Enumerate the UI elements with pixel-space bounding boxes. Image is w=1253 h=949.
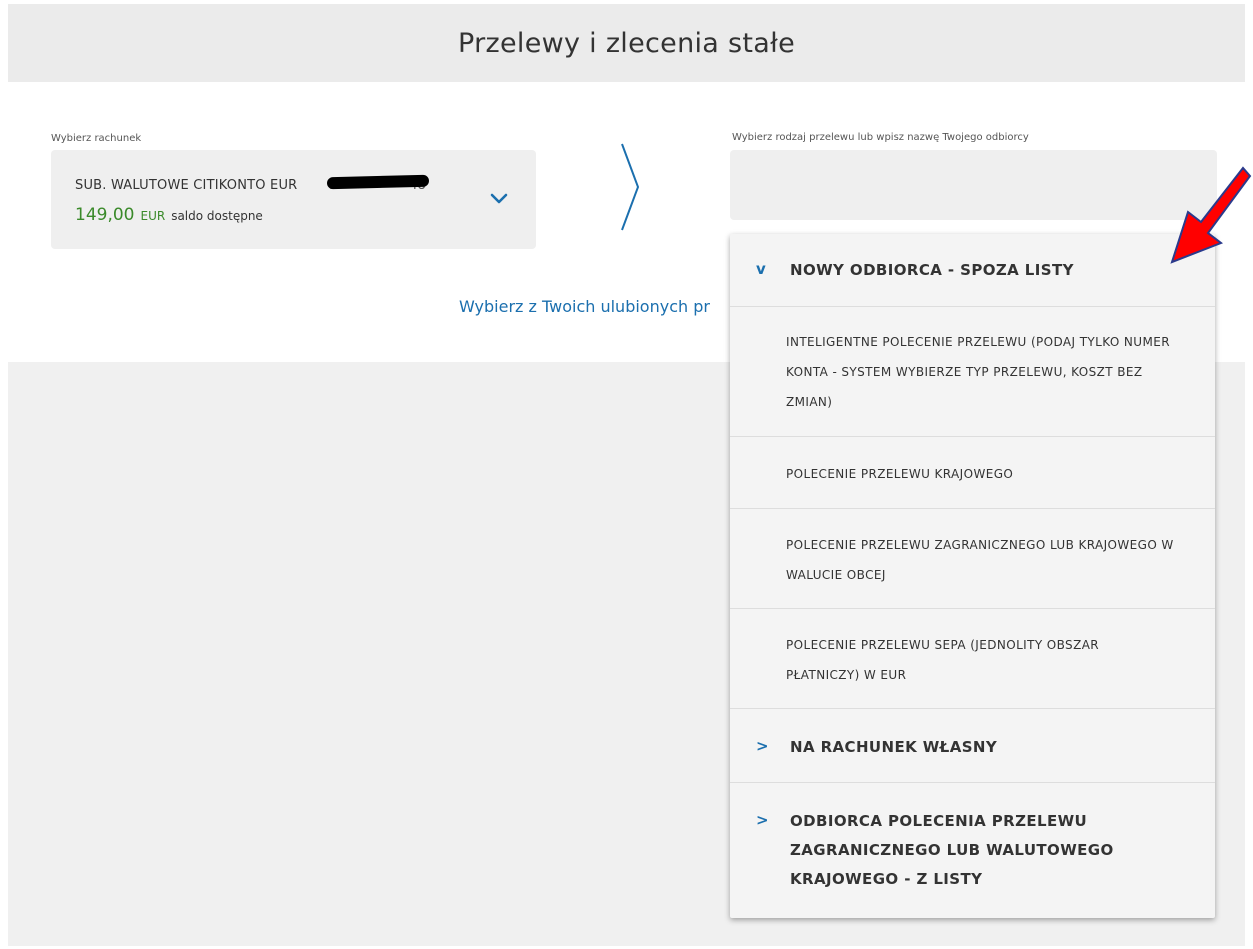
group-own-account[interactable]: > NA RACHUNEK WŁASNY: [730, 709, 1215, 783]
group-new-recipient[interactable]: v NOWY ODBIORCA - SPOZA LISTY: [730, 234, 1215, 307]
group-saved-foreign-recipient[interactable]: > ODBIORCA POLECENIA PRZELEWU ZAGRANICZN…: [730, 783, 1215, 918]
group-label: NOWY ODBIORCA - SPOZA LISTY: [790, 261, 1074, 279]
account-name: SUB. WALUTOWE CITIKONTO EUR: [75, 178, 298, 193]
group-label: ODBIORCA POLECENIA PRZELEWU ZAGRANICZNEG…: [790, 812, 1114, 888]
chevron-right-icon: >: [756, 811, 769, 829]
chevron-down-icon[interactable]: [490, 192, 508, 206]
account-selector[interactable]: SUB. WALUTOWE CITIKONTO EUR 548 149,00EU…: [51, 150, 536, 249]
recipient-input[interactable]: [730, 150, 1217, 220]
item-sepa-transfer[interactable]: POLECENIE PRZELEWU SEPA (JEDNOLITY OBSZA…: [730, 609, 1215, 709]
item-label: POLECENIE PRZELEWU ZAGRANICZNEGO LUB KRA…: [786, 538, 1174, 582]
item-label: POLECENIE PRZELEWU SEPA (JEDNOLITY OBSZA…: [786, 638, 1100, 682]
account-label: Wybierz rachunek: [51, 133, 142, 144]
chevron-right-icon: >: [756, 737, 769, 755]
transfer-type-dropdown: v NOWY ODBIORCA - SPOZA LISTY INTELIGENT…: [730, 234, 1215, 918]
chevron-down-icon: v: [756, 260, 766, 278]
favorites-link[interactable]: Wybierz z Twoich ulubionych pr: [459, 297, 730, 316]
chevron-right-icon: [621, 143, 640, 231]
page-title: Przelewy i zlecenia stałe: [458, 27, 795, 59]
balance-currency: EUR: [140, 209, 166, 223]
balance-description: saldo dostępne: [171, 209, 263, 223]
item-label: POLECENIE PRZELEWU KRAJOWEGO: [786, 467, 1014, 481]
account-balance: 149,00 EUR saldo dostępne: [75, 205, 263, 225]
balance-amount: 149,00: [75, 205, 135, 225]
group-label: NA RACHUNEK WŁASNY: [790, 738, 998, 756]
red-arrow-icon: [1170, 166, 1252, 264]
page-header: Przelewy i zlecenia stałe: [8, 4, 1245, 82]
item-label: INTELIGENTNE POLECENIE PRZELEWU (PODAJ T…: [786, 335, 1170, 409]
item-foreign-transfer[interactable]: POLECENIE PRZELEWU ZAGRANICZNEGO LUB KRA…: [730, 509, 1215, 609]
item-domestic-transfer[interactable]: POLECENIE PRZELEWU KRAJOWEGO: [730, 437, 1215, 509]
item-smart-transfer[interactable]: INTELIGENTNE POLECENIE PRZELEWU (PODAJ T…: [730, 307, 1215, 437]
recipient-label: Wybierz rodzaj przelewu lub wpisz nazwę …: [732, 132, 1029, 143]
